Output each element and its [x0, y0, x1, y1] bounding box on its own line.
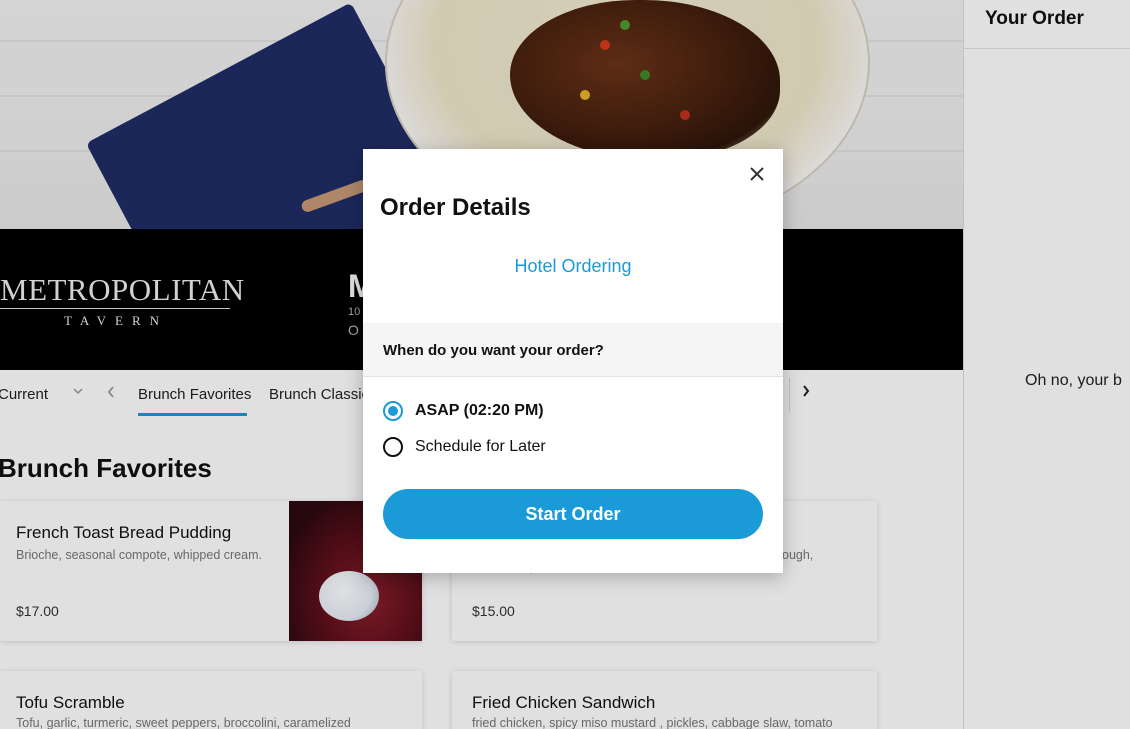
order-time-question: When do you want your order?: [383, 342, 604, 359]
schedule-later-label: Schedule for Later: [415, 438, 546, 455]
order-details-modal: Order Details Hotel Ordering When do you…: [363, 149, 783, 573]
close-icon[interactable]: [746, 163, 768, 185]
hotel-ordering-link[interactable]: Hotel Ordering: [363, 256, 783, 277]
schedule-later-option[interactable]: Schedule for Later: [383, 435, 583, 459]
asap-radio[interactable]: [383, 401, 403, 421]
start-order-button[interactable]: Start Order: [383, 489, 763, 539]
modal-title: Order Details: [380, 194, 531, 221]
asap-option[interactable]: ASAP (02:20 PM): [383, 399, 583, 423]
asap-label: ASAP (02:20 PM): [415, 402, 544, 419]
schedule-later-radio[interactable]: [383, 437, 403, 457]
